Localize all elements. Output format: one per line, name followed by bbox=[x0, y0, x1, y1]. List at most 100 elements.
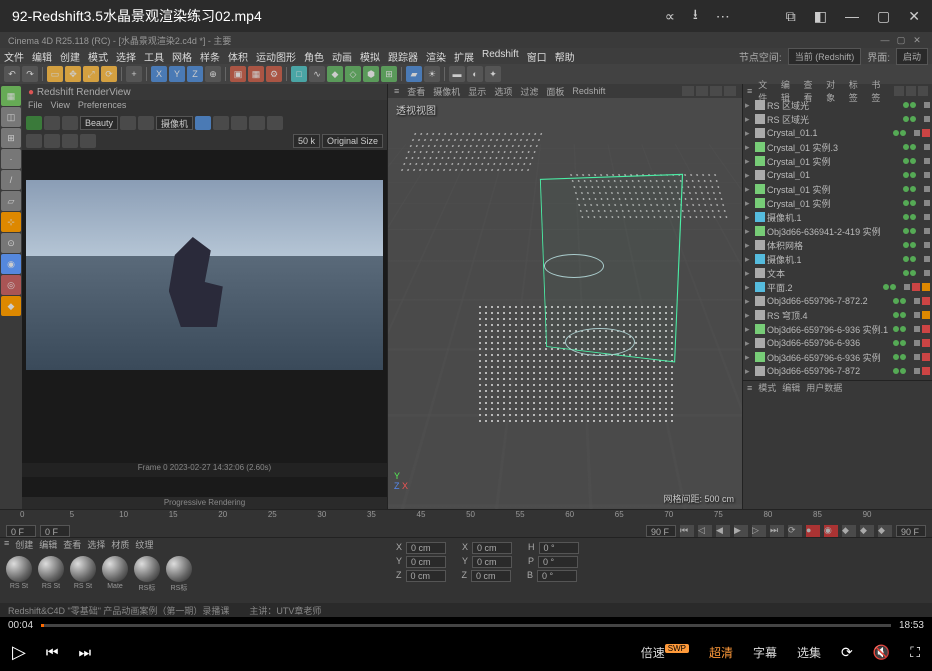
time-record[interactable]: ● bbox=[806, 525, 820, 537]
volume-icon[interactable]: 🔇 bbox=[873, 644, 890, 661]
time-start-field[interactable]: 0 F bbox=[6, 525, 36, 537]
time-end-field[interactable]: 90 F bbox=[646, 525, 676, 537]
app-close-icon[interactable]: ✕ bbox=[910, 34, 924, 46]
point-mode-icon[interactable]: · bbox=[1, 149, 21, 169]
mat-tab-查看[interactable]: 查看 bbox=[63, 538, 81, 552]
menu-创建[interactable]: 创建 bbox=[60, 49, 80, 64]
menu-动画[interactable]: 动画 bbox=[332, 49, 352, 64]
time-end2-field[interactable]: 90 F bbox=[896, 525, 926, 537]
render-scale-select[interactable]: Original Size bbox=[322, 134, 383, 148]
nodespace-dropdown[interactable]: 当前 (Redshift) bbox=[788, 48, 862, 65]
attr-tab-编辑[interactable]: 编辑 bbox=[782, 381, 800, 394]
time-step-fwd[interactable]: ▷ bbox=[752, 525, 766, 537]
axis-x[interactable]: X bbox=[151, 66, 167, 82]
mat-tab-≡[interactable]: ≡ bbox=[4, 538, 9, 552]
poly-mode-icon[interactable]: ▱ bbox=[1, 191, 21, 211]
rt2-btn2[interactable] bbox=[44, 134, 60, 148]
time-autokey[interactable]: ◉ bbox=[824, 525, 838, 537]
menu-帮助[interactable]: 帮助 bbox=[555, 49, 575, 64]
app-min-icon[interactable]: — bbox=[878, 34, 892, 46]
render-snapshot-button[interactable] bbox=[195, 116, 211, 130]
render-aov-select[interactable]: Beauty bbox=[80, 116, 118, 130]
render-pv-button[interactable]: ▦ bbox=[248, 66, 264, 82]
menu-跟踪器[interactable]: 跟踪器 bbox=[388, 49, 418, 64]
next-button[interactable]: ⏭ bbox=[78, 644, 91, 661]
time-current-field[interactable]: 0 F bbox=[40, 525, 70, 537]
menu-Redshift[interactable]: Redshift bbox=[482, 49, 519, 64]
menu-角色[interactable]: 角色 bbox=[304, 49, 324, 64]
object-row[interactable]: ▸文本 bbox=[743, 266, 932, 280]
camera-tool[interactable]: ▰ bbox=[406, 66, 422, 82]
mograph-tool[interactable]: ⬢ bbox=[363, 66, 379, 82]
render-bucket-field[interactable]: 50 k bbox=[293, 134, 320, 148]
vp-nav1[interactable] bbox=[682, 86, 694, 96]
time-key-scale[interactable]: ◆ bbox=[878, 525, 892, 537]
time-goto-end[interactable]: ⏭ bbox=[770, 525, 784, 537]
scale-tool[interactable]: ⤢ bbox=[83, 66, 99, 82]
material-item[interactable]: RS标 bbox=[164, 556, 194, 598]
share-icon[interactable]: ∝ bbox=[665, 8, 675, 25]
workplane-icon[interactable]: ⊞ bbox=[1, 128, 21, 148]
object-row[interactable]: ▸Crystal_01 实例 bbox=[743, 154, 932, 168]
time-play-fwd[interactable]: ▶ bbox=[734, 525, 748, 537]
object-row[interactable]: ▸RS 穹顶.4 bbox=[743, 308, 932, 322]
menu-编辑[interactable]: 编辑 bbox=[32, 49, 52, 64]
object-row[interactable]: ▸Obj3d66-659796-6-936 bbox=[743, 336, 932, 350]
menu-样条[interactable]: 样条 bbox=[200, 49, 220, 64]
material-item[interactable]: Mate bbox=[100, 556, 130, 598]
render-grid2-button[interactable] bbox=[231, 116, 247, 130]
axis-z[interactable]: Z bbox=[187, 66, 203, 82]
object-row[interactable]: ▸Crystal_01.1 bbox=[743, 126, 932, 140]
render-refresh-button[interactable] bbox=[62, 116, 78, 130]
menu-文件[interactable]: 文件 bbox=[4, 49, 24, 64]
fullscreen-icon[interactable]: ⛶ bbox=[910, 644, 920, 661]
sidebar-icon[interactable]: ◧ bbox=[814, 8, 827, 25]
mat-tab-编辑[interactable]: 编辑 bbox=[39, 538, 57, 552]
maximize-icon[interactable]: ▢ bbox=[877, 8, 890, 25]
time-goto-start[interactable]: ⏮ bbox=[680, 525, 694, 537]
light-tool[interactable]: ☀ bbox=[424, 66, 440, 82]
render-grid4-button[interactable] bbox=[267, 116, 283, 130]
render-stop-button[interactable] bbox=[44, 116, 60, 130]
quantize-icon[interactable]: ◆ bbox=[1, 296, 21, 316]
vp-menu-≡[interactable]: ≡ bbox=[394, 86, 399, 96]
subtitle-option[interactable]: 字幕 bbox=[753, 644, 777, 661]
time-loop[interactable]: ⟳ bbox=[788, 525, 802, 537]
mat-tab-纹理[interactable]: 纹理 bbox=[135, 538, 153, 552]
minimize-icon[interactable]: — bbox=[845, 8, 859, 24]
loop-icon[interactable]: ⟳ bbox=[841, 644, 853, 661]
download-icon[interactable]: ⭳ bbox=[693, 4, 698, 28]
layout-dropdown[interactable]: 启动 bbox=[896, 48, 928, 65]
object-row[interactable]: ▸Crystal_01 实例.3 bbox=[743, 140, 932, 154]
pip-icon[interactable]: ⧉ bbox=[786, 8, 796, 25]
vp-menu-摄像机[interactable]: 摄像机 bbox=[433, 85, 460, 98]
render-lock-button[interactable] bbox=[138, 116, 154, 130]
menu-体积[interactable]: 体积 bbox=[228, 49, 248, 64]
primitive-cube[interactable]: □ bbox=[291, 66, 307, 82]
timeline-ruler[interactable]: 0510152025303545505560657075808590 bbox=[0, 510, 932, 524]
object-row[interactable]: ▸Obj3d66-659796-7-872 bbox=[743, 364, 932, 378]
object-row[interactable]: ▸体积网格 bbox=[743, 238, 932, 252]
time-key-rot[interactable]: ◆ bbox=[860, 525, 874, 537]
menu-选择[interactable]: 选择 bbox=[116, 49, 136, 64]
object-row[interactable]: ▸Crystal_01 实例 bbox=[743, 196, 932, 210]
render-grid1-button[interactable] bbox=[213, 116, 229, 130]
render-settings-button[interactable]: ⚙ bbox=[266, 66, 282, 82]
menu-运动图形[interactable]: 运动图形 bbox=[256, 49, 296, 64]
menu-模式[interactable]: 模式 bbox=[88, 49, 108, 64]
vp-menu-面板[interactable]: 面板 bbox=[546, 85, 564, 98]
misc-tool[interactable]: ✦ bbox=[485, 66, 501, 82]
attr-tab-≡[interactable]: ≡ bbox=[747, 383, 752, 393]
axis-y[interactable]: Y bbox=[169, 66, 185, 82]
redo-button[interactable]: ↷ bbox=[22, 66, 38, 82]
rt2-btn1[interactable] bbox=[26, 134, 42, 148]
object-row[interactable]: ▸Crystal_01 bbox=[743, 168, 932, 182]
object-row[interactable]: ▸摄像机.1 bbox=[743, 252, 932, 266]
material-item[interactable]: RS St bbox=[68, 556, 98, 598]
vp-menu-选项[interactable]: 选项 bbox=[494, 85, 512, 98]
perspective-viewport[interactable]: 透视视图 YZ X 网格间距: 500 cm bbox=[388, 98, 742, 509]
menu-模拟[interactable]: 模拟 bbox=[360, 49, 380, 64]
render-button[interactable]: ▣ bbox=[230, 66, 246, 82]
vp-menu-显示[interactable]: 显示 bbox=[468, 85, 486, 98]
obj-tab-≡[interactable]: ≡ bbox=[747, 86, 752, 96]
